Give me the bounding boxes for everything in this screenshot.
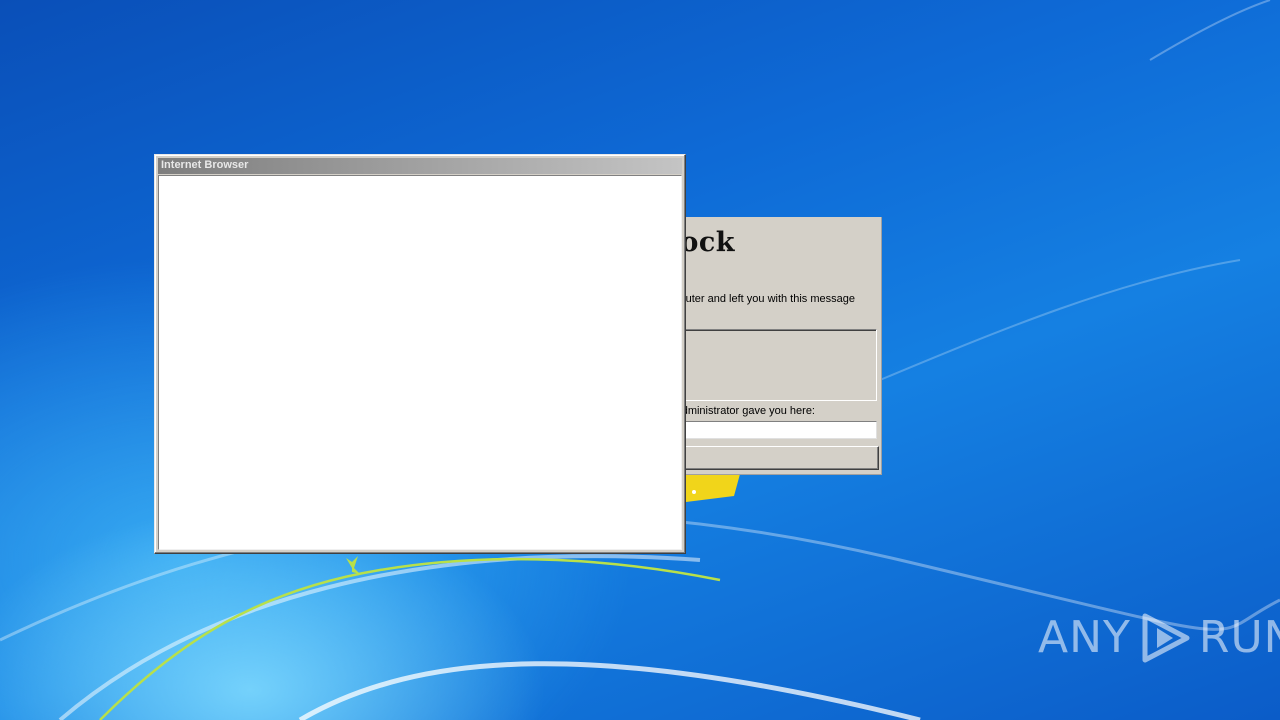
lock-message-text: uter and left you with this message <box>685 293 855 305</box>
password-label: dministrator gave you here: <box>681 405 815 417</box>
leaf-icon <box>346 556 360 574</box>
browser-titlebar[interactable]: Internet Browser <box>158 158 682 174</box>
play-logo-icon <box>1142 613 1190 663</box>
browser-window-title: Internet Browser <box>161 159 249 171</box>
windows-logo-fragment-icon <box>686 474 740 502</box>
browser-window: Internet Browser <box>154 154 686 554</box>
watermark-right-text: RUN <box>1198 612 1280 663</box>
browser-content-area[interactable] <box>158 175 682 550</box>
anyrun-watermark: ANY RUN <box>1038 612 1280 664</box>
watermark-left-text: ANY <box>1038 612 1131 663</box>
